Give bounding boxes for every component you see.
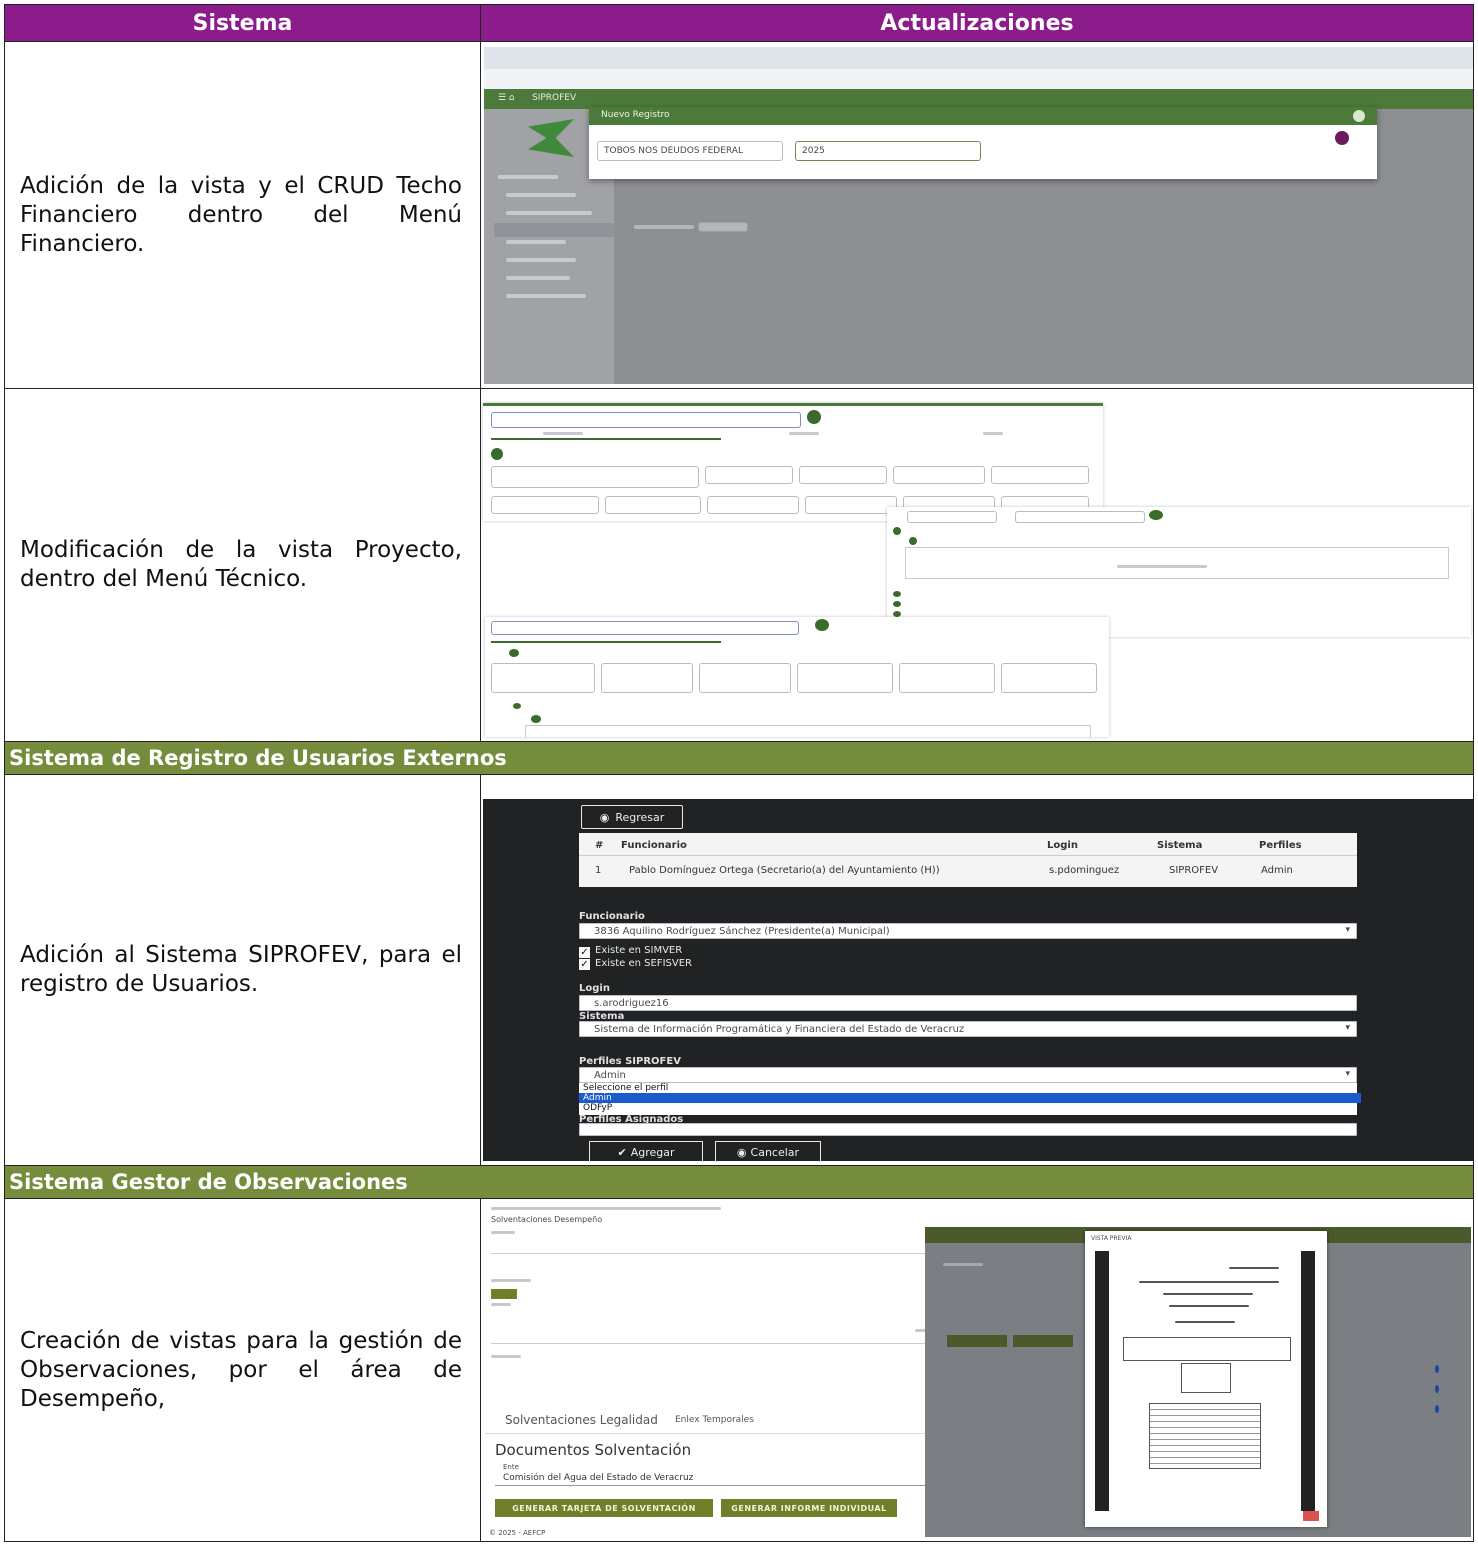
- checkbox-sefisver[interactable]: ✓: [579, 959, 590, 970]
- row-screenshot-cell: ◉ Regresar # Funcionario Login Sistema P…: [481, 775, 1473, 1165]
- screenshot-vista-previa: VISTA PREVIA: [925, 1227, 1471, 1537]
- funcionario-select[interactable]: 3836 Aquilino Rodríguez Sánchez (Preside…: [579, 923, 1357, 939]
- nuevo-registro-modal: Nuevo Registro TOBOS NOS DEUDOS FEDERAL …: [589, 107, 1377, 179]
- chevron-down-icon: ▾: [1345, 1069, 1350, 1079]
- header-sistema: Sistema: [5, 5, 481, 42]
- generar-informe-button[interactable]: GENERAR INFORME INDIVIDUAL: [721, 1499, 897, 1517]
- perfiles-asignados-field[interactable]: [579, 1123, 1357, 1136]
- funcionarios-table: # Funcionario Login Sistema Perfiles 1 P…: [579, 833, 1357, 887]
- app-bar: ☰ ⌂ SIPROFEV: [484, 89, 1473, 109]
- screenshot-techo-financiero: ☰ ⌂ SIPROFEV Nuevo Registro TOBOS NOS DE…: [484, 47, 1473, 384]
- section-header-usuarios-externos: Sistema de Registro de Usuarios Externos: [5, 742, 1473, 775]
- tabs-bar: Solventaciones Legalidad Enlex Temporale…: [485, 1407, 955, 1434]
- vista-previa-modal: VISTA PREVIA: [1085, 1231, 1327, 1527]
- login-input[interactable]: s.arodriguez16: [579, 995, 1357, 1011]
- section-header-gestor-observaciones: Sistema Gestor de Observaciones: [5, 1166, 1473, 1199]
- document-preview: [1109, 1251, 1301, 1511]
- browser-tabs: [484, 47, 1473, 69]
- close-icon[interactable]: [1353, 110, 1365, 122]
- save-icon[interactable]: [1335, 131, 1349, 145]
- checkbox-simver[interactable]: ✓: [579, 947, 590, 958]
- table-row: Creación de vistas para la gestión de Ob…: [5, 1199, 1473, 1541]
- option-odfyp[interactable]: ODFyP: [579, 1103, 1361, 1113]
- footer-text: © 2025 - AEFCP: [489, 1529, 546, 1537]
- row-description-cell: Adición al Sistema SIPROFEV, para el reg…: [5, 775, 481, 1165]
- table-header-row: Sistema Actualizaciones: [5, 5, 1473, 42]
- logo-icon: [528, 119, 574, 157]
- row-description-cell: Modificación de la vista Proyecto, dentr…: [5, 389, 481, 741]
- row-description: Adición al Sistema SIPROFEV, para el reg…: [20, 942, 462, 997]
- row-funcionario: Pablo Domínguez Ortega (Secretario(a) de…: [629, 865, 940, 876]
- perfil-select[interactable]: Admin ▾: [579, 1067, 1357, 1083]
- row-description: Creación de vistas para la gestión de Ob…: [20, 1327, 462, 1412]
- documentos-title: Documentos Solventación: [495, 1441, 692, 1459]
- section-title: Sistema Gestor de Observaciones: [9, 1170, 408, 1194]
- row-description: Modificación de la vista Proyecto, dentr…: [20, 537, 462, 592]
- row-description-cell: Creación de vistas para la gestión de Ob…: [5, 1199, 481, 1541]
- row-description: Adición de la vista y el CRUD Techo Fina…: [20, 172, 462, 257]
- row-screenshot-cell: Solventaciones Desempeño Solventaciones …: [481, 1199, 1473, 1541]
- tab-enlace[interactable]: Enlex Temporales: [675, 1415, 754, 1425]
- table-row: Adición al Sistema SIPROFEV, para el reg…: [5, 775, 1473, 1166]
- ente-select[interactable]: TOBOS NOS DEUDOS FEDERAL: [597, 141, 783, 161]
- back-icon: ◉: [599, 810, 610, 824]
- table-row: Adición de la vista y el CRUD Techo Fina…: [5, 42, 1473, 389]
- browser-address-bar: [484, 69, 1473, 89]
- chevron-down-icon: ▾: [1345, 925, 1350, 935]
- sistema-select[interactable]: Sistema de Información Programática y Fi…: [579, 1021, 1357, 1037]
- close-button[interactable]: [1303, 1511, 1319, 1521]
- ente-value[interactable]: Comisión del Agua del Estado de Veracruz: [503, 1473, 693, 1483]
- app-name: SIPROFEV: [532, 93, 577, 103]
- modal-title: VISTA PREVIA: [1091, 1235, 1132, 1242]
- row-screenshot-cell: ☰ ⌂ SIPROFEV Nuevo Registro TOBOS NOS DE…: [481, 42, 1473, 388]
- check-icon: ✔: [617, 1145, 627, 1159]
- option-placeholder[interactable]: Seleccione el perfil: [579, 1083, 1361, 1093]
- screenshot-solventaciones: Solventaciones Desempeño Solventaciones …: [485, 1203, 955, 1537]
- row-description-cell: Adición de la vista y el CRUD Techo Fina…: [5, 42, 481, 388]
- modal-title: Nuevo Registro: [601, 110, 670, 120]
- regresar-button[interactable]: ◉ Regresar: [581, 805, 683, 829]
- row-screenshot-cell: [481, 389, 1473, 741]
- generar-tarjeta-button[interactable]: GENERAR TARJETA DE SOLVENTACIÓN: [495, 1499, 713, 1517]
- option-admin[interactable]: Admin: [579, 1093, 1361, 1103]
- tab-legalidad[interactable]: Solventaciones Legalidad: [505, 1413, 658, 1427]
- updates-table: Sistema Actualizaciones Adición de la vi…: [4, 4, 1474, 1542]
- chevron-down-icon: ▾: [1345, 1023, 1350, 1033]
- screenshot-siprofev-usuarios: ◉ Regresar # Funcionario Login Sistema P…: [483, 799, 1473, 1161]
- table-row: Modificación de la vista Proyecto, dentr…: [5, 389, 1473, 742]
- header-actualizaciones: Actualizaciones: [880, 11, 1074, 36]
- section-title: Sistema de Registro de Usuarios Externos: [9, 746, 507, 770]
- year-select[interactable]: 2025: [795, 141, 981, 161]
- cancel-icon: ◉: [736, 1145, 747, 1159]
- perfil-dropdown-list: Seleccione el perfil Admin ODFyP: [579, 1083, 1361, 1115]
- cancelar-button[interactable]: ◉ Cancelar: [715, 1141, 821, 1161]
- modal-header: Nuevo Registro: [589, 107, 1377, 125]
- screenshot-proyecto-form-1: [483, 403, 1103, 521]
- agregar-button[interactable]: ✔ Agregar: [589, 1141, 703, 1161]
- screenshot-proyecto-form-2: [485, 617, 1109, 737]
